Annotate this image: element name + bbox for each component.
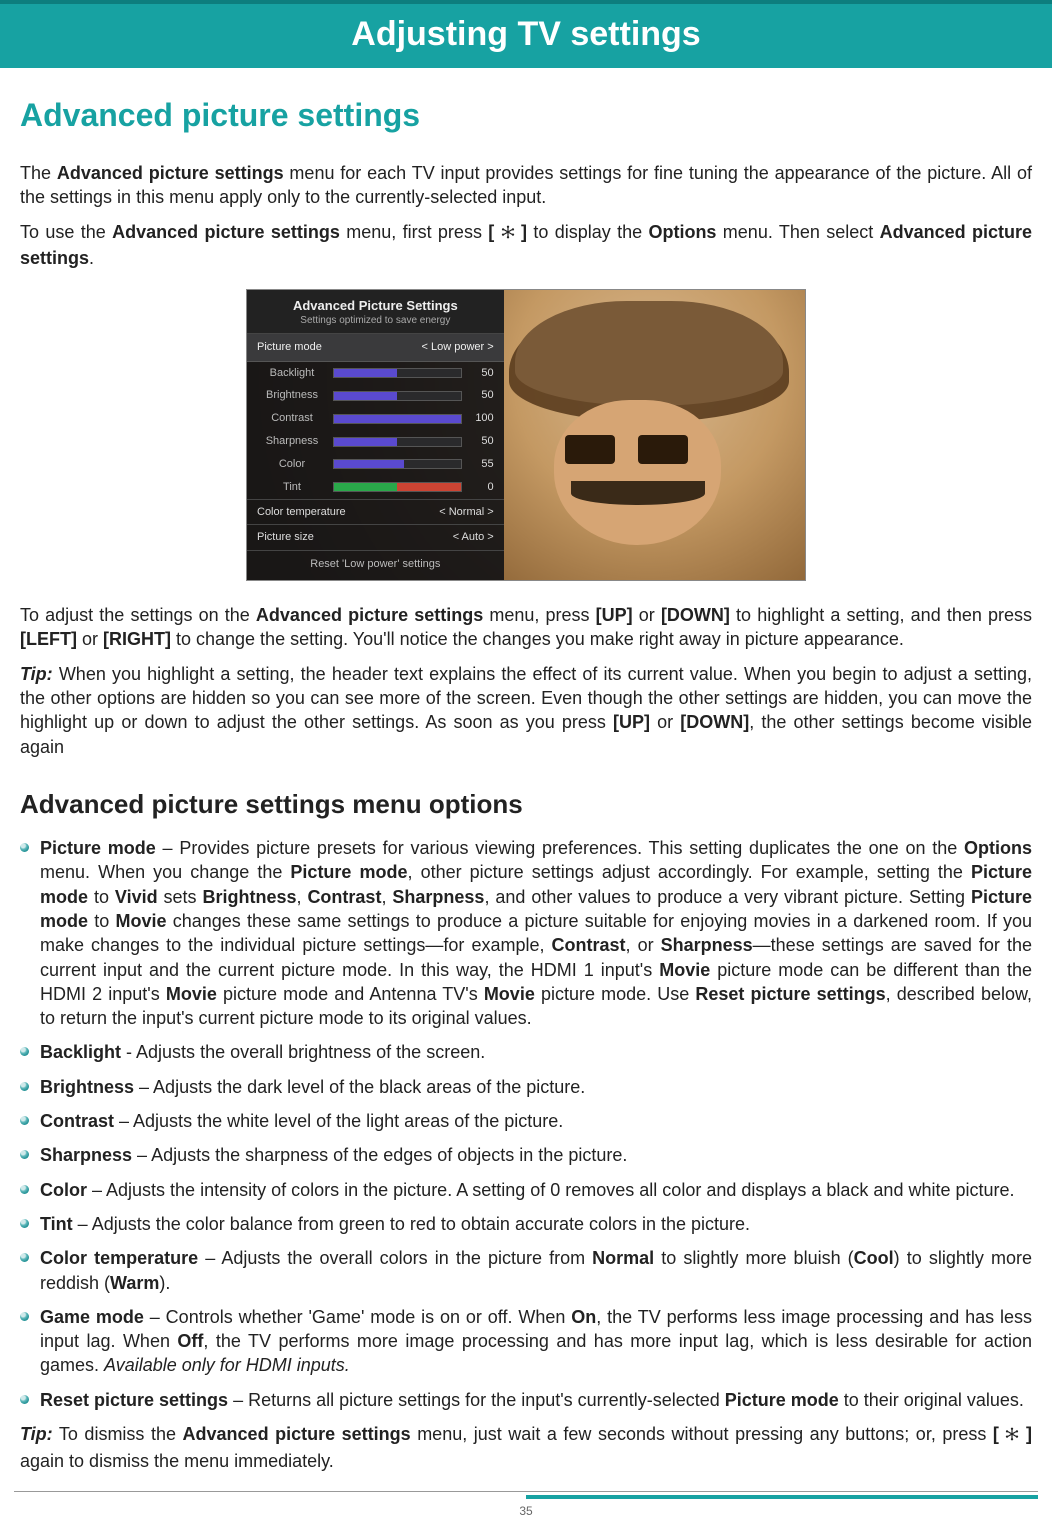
options-list: Picture mode – Provides picture presets …	[20, 836, 1032, 1412]
reset-row: Reset 'Low power' settings	[247, 550, 504, 580]
slider-row: Backlight50	[247, 362, 504, 385]
slider-row: Color55	[247, 453, 504, 476]
options-star-icon	[1005, 1422, 1019, 1449]
page-header-title: Adjusting TV settings	[351, 15, 700, 53]
slider-row: Sharpness50	[247, 430, 504, 453]
options-star-icon	[501, 220, 515, 247]
intro-paragraph-1: The Advanced picture settings menu for e…	[20, 161, 1032, 210]
list-item: Color temperature – Adjusts the overall …	[20, 1246, 1032, 1295]
subsection-title: Advanced picture settings menu options	[20, 787, 1032, 822]
intro-paragraph-2: To use the Advanced picture settings men…	[20, 220, 1032, 271]
list-item: Reset picture settings – Returns all pic…	[20, 1388, 1032, 1412]
list-item: Tint – Adjusts the color balance from gr…	[20, 1212, 1032, 1236]
list-item: Color – Adjusts the intensity of colors …	[20, 1178, 1032, 1202]
list-item: Backlight - Adjusts the overall brightne…	[20, 1040, 1032, 1064]
section-title: Advanced picture settings	[20, 94, 1032, 137]
panel-header: Advanced Picture Settings Settings optim…	[247, 290, 504, 334]
hat-shape	[515, 301, 783, 406]
list-item: Picture mode – Provides picture presets …	[20, 836, 1032, 1030]
picture-size-row: Picture size < Auto >	[247, 524, 504, 550]
slider-row: Tint0	[247, 476, 504, 499]
color-temperature-row: Color temperature < Normal >	[247, 499, 504, 525]
adjust-paragraph: To adjust the settings on the Advanced p…	[20, 603, 1032, 652]
list-item: Game mode – Controls whether 'Game' mode…	[20, 1305, 1032, 1378]
mustache-shape	[571, 481, 705, 504]
picture-mode-row: Picture mode < Low power >	[247, 334, 504, 362]
page-number: 35	[0, 1503, 1052, 1519]
list-item: Brightness – Adjusts the dark level of t…	[20, 1075, 1032, 1099]
sunglasses-left	[565, 435, 615, 464]
list-item: Contrast – Adjusts the white level of th…	[20, 1109, 1032, 1133]
settings-panel: Advanced Picture Settings Settings optim…	[247, 290, 504, 580]
slider-row: Contrast100	[247, 407, 504, 430]
sunglasses-right	[638, 435, 688, 464]
tip-paragraph-2: Tip: To dismiss the Advanced picture set…	[20, 1422, 1032, 1473]
tip-paragraph-1: Tip: When you highlight a setting, the h…	[20, 662, 1032, 759]
settings-screenshot: Advanced Picture Settings Settings optim…	[20, 289, 1032, 581]
face-shape	[554, 400, 721, 545]
list-item: Sharpness – Adjusts the sharpness of the…	[20, 1143, 1032, 1167]
slider-row: Brightness50	[247, 384, 504, 407]
page-header: Adjusting TV settings	[0, 0, 1052, 68]
footer-rule	[14, 1491, 1038, 1497]
page-content: Advanced picture settings The Advanced p…	[0, 94, 1052, 1473]
